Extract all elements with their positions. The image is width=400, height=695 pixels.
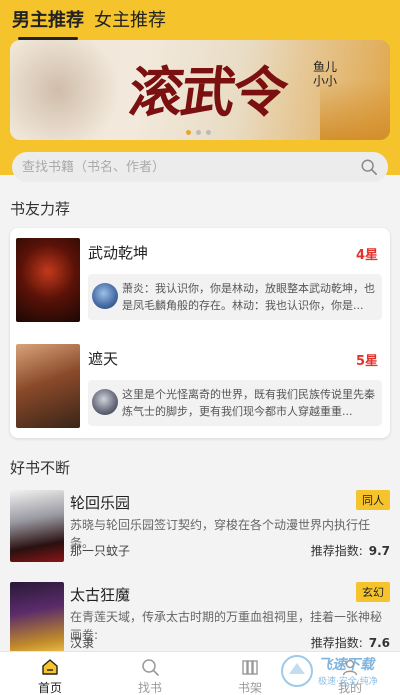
section-title-good-books: 好书不断: [10, 459, 71, 477]
rating-badge: 4星: [355, 248, 378, 263]
score-value: 7.6: [368, 636, 390, 650]
avatar: [92, 283, 118, 309]
book-cover: [10, 490, 64, 562]
comment-text: 萧炎：我认识你，你是林动，放眼整本武动乾坤，也是凤毛麟角般的存在。林动：我也认识…: [122, 282, 375, 312]
bookshelf-icon: [242, 660, 258, 675]
recommend-score: 推荐指数: 9.7: [311, 542, 390, 559]
watermark-text: 飞速下载: [318, 657, 374, 673]
search-bar[interactable]: [12, 152, 388, 182]
book-cover: [16, 238, 80, 322]
avatar: [92, 389, 118, 415]
genre-tag: 玄幻: [356, 582, 390, 602]
watermark-logo-icon: [281, 655, 313, 687]
nav-home[interactable]: 首页: [0, 652, 100, 695]
book-cover: [16, 344, 80, 428]
search-input[interactable]: [22, 152, 342, 182]
book-list-item[interactable]: 轮回乐园 同人 苏晓与轮回乐园签订契约，穿梭在各个动漫世界内执行任务。 那一只蚊…: [0, 490, 400, 580]
banner-dot-2[interactable]: [196, 130, 201, 135]
nav-label: 首页: [37, 681, 62, 695]
book-cover: [10, 582, 64, 654]
top-tabs: 男主推荐 女主推荐: [12, 6, 166, 40]
nav-find-book[interactable]: 找书: [100, 652, 200, 695]
comment-box: 这里是个光怪离奇的世界，既有我们民族传说里先秦炼气士的脚步，更有我们现今都市人穿…: [88, 380, 382, 426]
section-title-recommend: 书友力荐: [10, 200, 71, 218]
search-icon: [142, 659, 159, 676]
book-author: 汉隶: [70, 636, 95, 650]
score-label: 推荐指数:: [310, 544, 363, 558]
banner-dot-1[interactable]: [186, 130, 191, 135]
book-title: 武动乾坤: [88, 244, 149, 262]
promo-banner[interactable]: 滚武令 鱼儿小小: [10, 40, 390, 140]
score-label: 推荐指数:: [310, 636, 363, 650]
download-watermark: 飞速下载 极速·安全·纯净: [278, 652, 396, 692]
banner-scenery: [320, 80, 390, 140]
comment-box: 萧炎：我认识你，你是林动，放眼整本武动乾坤，也是凤毛麟角般的存在。林动：我也认识…: [88, 274, 382, 320]
comment-text: 这里是个光怪离奇的世界，既有我们民族传说里先秦炼气士的脚步，更有我们现今都市人穿…: [122, 388, 375, 418]
recommend-item[interactable]: 遮天 5星 这里是个光怪离奇的世界，既有我们民族传说里先秦炼气士的脚步，更有我们…: [10, 334, 390, 434]
genre-tag: 同人: [356, 490, 390, 510]
banner-figure: [10, 40, 130, 140]
recommend-score: 推荐指数: 7.6: [311, 634, 390, 651]
tab-male-recommend[interactable]: 男主推荐: [12, 6, 84, 40]
rating-badge: 5星: [355, 354, 378, 369]
book-title: 遮天: [88, 350, 119, 368]
banner-dot-3[interactable]: [206, 130, 211, 135]
banner-title: 滚武令: [124, 60, 290, 124]
tab-female-recommend[interactable]: 女主推荐: [94, 6, 166, 40]
recommend-card: 武动乾坤 4星 萧炎：我认识你，你是林动，放眼整本武动乾坤，也是凤毛麟角般的存在…: [10, 228, 390, 438]
watermark-subtext: 极速·安全·纯净: [318, 677, 378, 687]
home-icon: [42, 659, 58, 675]
book-title: 轮回乐园: [70, 494, 131, 512]
score-value: 9.7: [368, 544, 390, 558]
banner-pagination: [186, 130, 211, 135]
nav-label: 找书: [137, 681, 162, 695]
book-author: 那一只蚊子: [70, 544, 131, 558]
recommend-item[interactable]: 武动乾坤 4星 萧炎：我认识你，你是林动，放眼整本武动乾坤，也是凤毛麟角般的存在…: [10, 228, 390, 328]
header-bar: 男主推荐 女主推荐 滚武令 鱼儿小小: [0, 0, 400, 175]
book-title: 太古狂魔: [70, 586, 131, 604]
search-icon[interactable]: [360, 158, 378, 176]
